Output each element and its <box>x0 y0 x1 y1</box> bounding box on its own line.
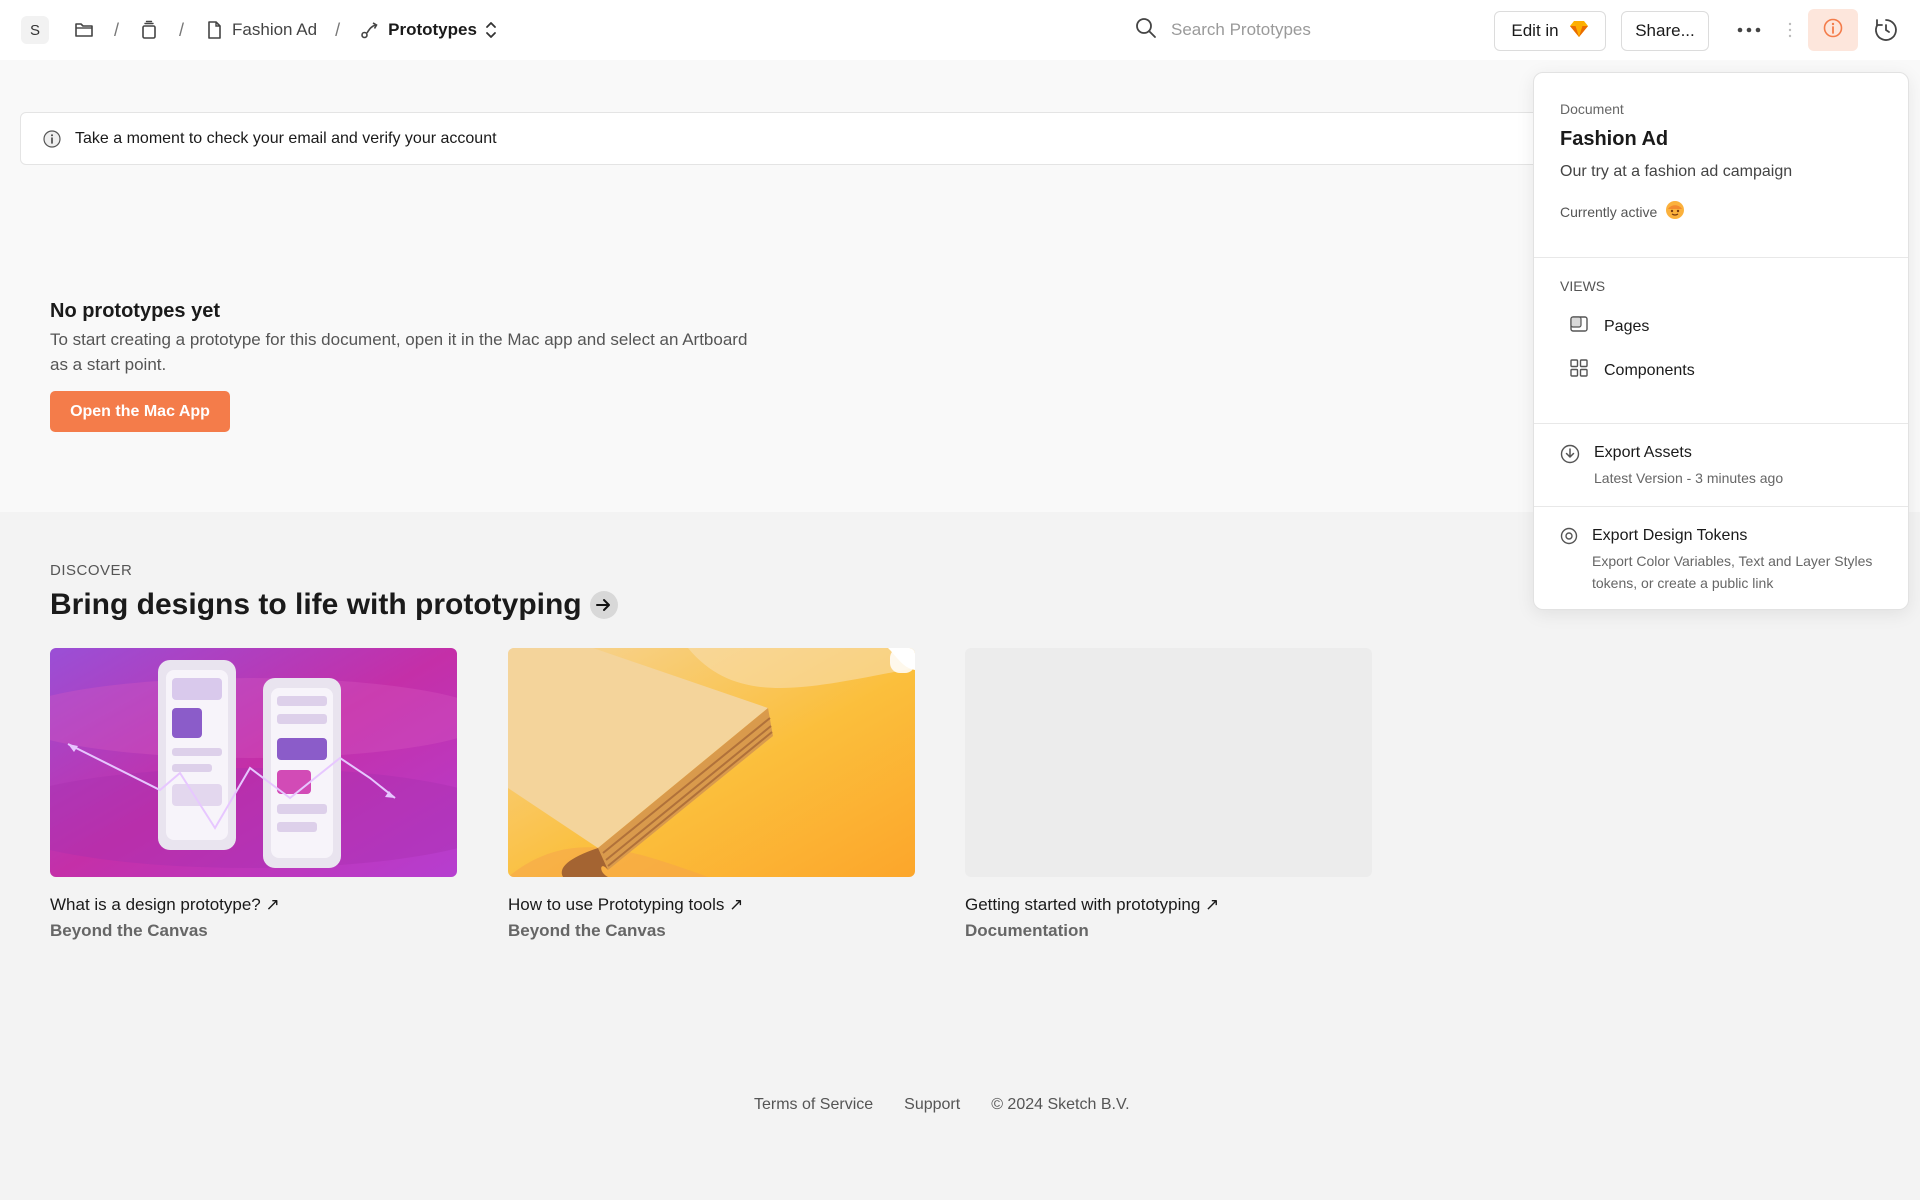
export-assets-item[interactable]: Export Assets Latest Version - 3 minutes… <box>1560 444 1894 489</box>
card-title[interactable]: Getting started with prototyping ↗ <box>965 895 1372 915</box>
edit-in-label: Edit in <box>1511 21 1559 40</box>
export-tokens-title: Export Design Tokens <box>1592 527 1748 544</box>
view-item-label: Components <box>1604 361 1695 379</box>
view-item-label: Pages <box>1604 317 1650 335</box>
download-icon <box>1560 444 1580 489</box>
search-bar <box>1135 14 1455 46</box>
card-thumbnail[interactable] <box>508 648 915 877</box>
card-source: Beyond the Canvas <box>50 921 208 940</box>
export-assets-subtitle: Latest Version - 3 minutes ago <box>1594 470 1784 486</box>
pages-icon <box>1570 316 1588 337</box>
history-icon[interactable] <box>1868 12 1904 48</box>
sketch-diamond-icon <box>1569 20 1589 43</box>
breadcrumb-document[interactable]: Fashion Ad <box>232 20 317 40</box>
empty-state-description: To start creating a prototype for this d… <box>50 330 748 374</box>
search-icon <box>1135 17 1157 44</box>
folder-icon[interactable] <box>72 18 96 42</box>
panel-eyebrow: Document <box>1560 101 1624 117</box>
avatar <box>1665 200 1685 223</box>
discover-title[interactable]: Bring designs to life with prototyping <box>50 588 618 622</box>
share-button[interactable]: Share... <box>1621 11 1709 51</box>
workspace-badge[interactable]: S <box>21 16 49 44</box>
card-source: Documentation <box>965 921 1089 940</box>
more-options-icon[interactable] <box>1732 14 1766 46</box>
card-title[interactable]: What is a design prototype? ↗ <box>50 895 457 915</box>
article-card[interactable]: Getting started with prototyping ↗ Docum… <box>965 648 1372 941</box>
chevron-updown-icon[interactable] <box>485 21 497 39</box>
info-icon <box>43 129 61 148</box>
components-icon <box>1570 359 1588 382</box>
terms-link[interactable]: Terms of Service <box>754 1096 873 1114</box>
panel-document-title: Fashion Ad <box>1560 128 1669 150</box>
arrow-right-icon[interactable] <box>589 591 618 619</box>
card-thumbnail[interactable] <box>965 648 1372 877</box>
project-icon[interactable] <box>137 18 161 42</box>
export-assets-title: Export Assets <box>1594 444 1692 461</box>
article-card[interactable]: How to use Prototyping tools ↗ Beyond th… <box>508 648 915 941</box>
banner-text: Take a moment to check your email and ve… <box>75 129 497 147</box>
export-design-tokens-item[interactable]: Export Design Tokens Export Color Variab… <box>1560 527 1892 594</box>
info-button[interactable] <box>1808 9 1858 51</box>
panel-divider <box>1534 423 1908 424</box>
card-thumbnail[interactable] <box>50 648 457 877</box>
panel-document-description: Our try at a fashion ad campaign <box>1560 163 1793 180</box>
breadcrumb-separator: / <box>335 19 341 40</box>
card-source: Beyond the Canvas <box>508 921 666 940</box>
breadcrumb-separator: / <box>179 19 185 40</box>
info-icon <box>1823 18 1843 43</box>
article-card[interactable]: What is a design prototype? ↗ Beyond the… <box>50 648 457 941</box>
toolbar-divider <box>1787 18 1793 42</box>
discover-title-text: Bring designs to life with prototyping <box>50 588 582 621</box>
panel-divider <box>1534 257 1908 258</box>
export-tokens-subtitle: Export Color Variables, Text and Layer S… <box>1592 553 1873 591</box>
edit-in-button[interactable]: Edit in <box>1494 11 1606 51</box>
support-link[interactable]: Support <box>904 1096 960 1114</box>
panel-status: Currently active <box>1560 200 1685 223</box>
breadcrumb-current[interactable]: Prototypes <box>388 20 477 40</box>
design-tokens-icon <box>1560 527 1578 594</box>
view-item-components[interactable]: Components <box>1570 359 1695 382</box>
prototype-icon <box>358 18 382 42</box>
top-bar: S / / Fashion Ad / Prototypes Edit in <box>0 0 1920 60</box>
document-icon <box>202 18 226 42</box>
breadcrumb: / / Fashion Ad / Prototypes <box>72 0 497 60</box>
verify-email-banner: Take a moment to check your email and ve… <box>20 112 1620 165</box>
view-item-pages[interactable]: Pages <box>1570 316 1649 337</box>
panel-divider <box>1534 506 1908 507</box>
empty-state-title: No prototypes yet <box>50 300 221 322</box>
status-text: Currently active <box>1560 203 1658 220</box>
views-heading: VIEWS <box>1560 278 1606 294</box>
breadcrumb-separator: / <box>114 19 120 40</box>
card-title[interactable]: How to use Prototyping tools ↗ <box>508 895 915 915</box>
open-mac-app-button[interactable]: Open the Mac App <box>50 391 230 432</box>
document-info-panel: Document Fashion Ad Our try at a fashion… <box>1533 72 1909 610</box>
footer: Terms of Service Support © 2024 Sketch B… <box>754 1096 1130 1114</box>
search-input[interactable] <box>1171 20 1431 40</box>
discover-eyebrow: DISCOVER <box>50 562 133 579</box>
copyright-text: © 2024 Sketch B.V. <box>991 1096 1130 1113</box>
